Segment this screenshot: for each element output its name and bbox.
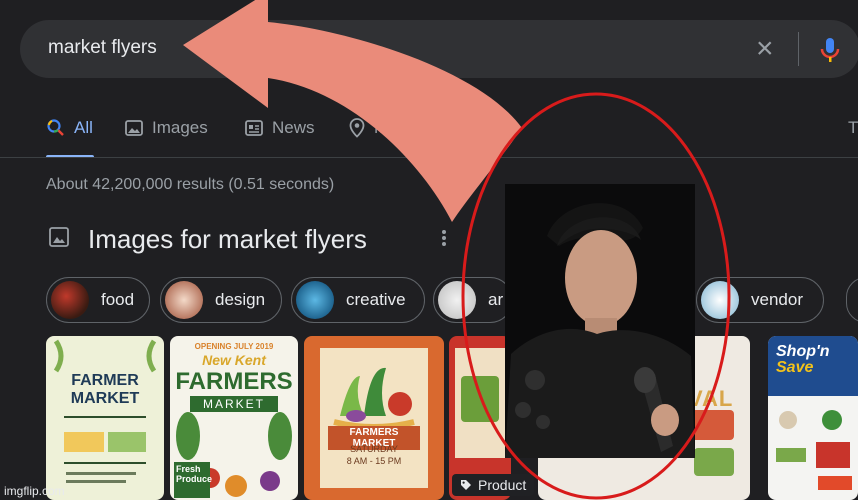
- highlight-ellipse: [461, 92, 731, 500]
- watermark: imgflip.com: [4, 484, 65, 498]
